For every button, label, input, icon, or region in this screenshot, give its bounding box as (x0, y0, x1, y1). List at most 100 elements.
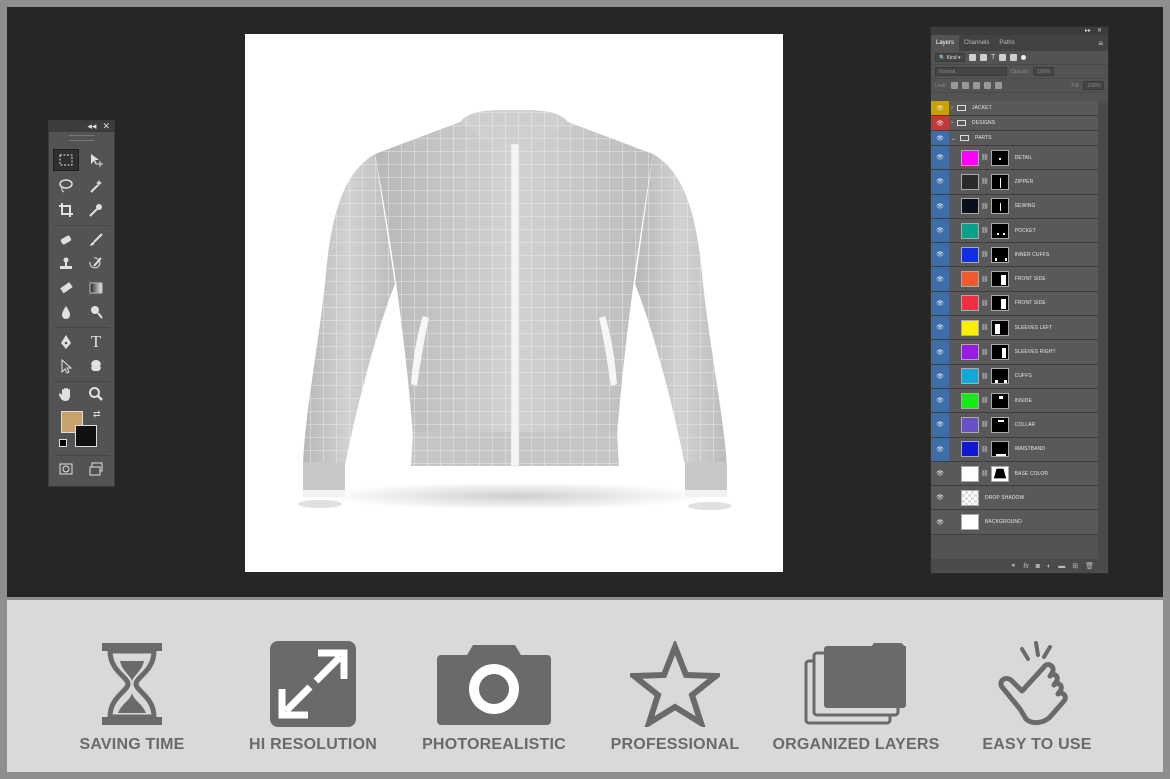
tab-channels[interactable]: Channels (959, 35, 994, 51)
quick-mask-icon[interactable] (53, 458, 79, 480)
brush-tool-icon[interactable] (83, 229, 109, 251)
layer-mask-thumbnail[interactable] (990, 246, 1009, 263)
layer-mask-thumbnail[interactable] (990, 344, 1009, 361)
hand-tool-icon[interactable] (53, 383, 79, 405)
layer-group[interactable]: 👁 ⌄ PARTS (931, 131, 1099, 146)
smart-object-filter-icon[interactable] (1010, 54, 1018, 61)
layer-group[interactable]: 👁 › DESIGNS (931, 116, 1099, 131)
opacity-input[interactable]: 100% (1033, 67, 1055, 76)
crop-tool-icon[interactable] (53, 199, 79, 221)
layer-row[interactable]: 👁 ⛓ SLEEVES LEFT (931, 316, 1099, 341)
close-icon[interactable]: ✕ (102, 121, 110, 132)
layer-mask-thumbnail[interactable] (990, 465, 1009, 482)
eye-icon[interactable]: 👁 (931, 316, 949, 340)
layer-mask-thumbnail[interactable] (990, 149, 1009, 166)
pen-tool-icon[interactable] (53, 331, 79, 353)
close-icon[interactable]: ✕ (1097, 27, 1102, 35)
layer-mask-thumbnail[interactable] (990, 392, 1009, 409)
link-icon[interactable]: ⛓ (981, 324, 989, 331)
dodge-tool-icon[interactable] (83, 301, 109, 323)
link-icon[interactable]: ⛓ (981, 203, 989, 210)
eraser-tool-icon[interactable] (53, 277, 79, 299)
eye-icon[interactable]: 👁 (931, 218, 949, 243)
link-icon[interactable]: ⛓ (981, 300, 989, 307)
link-icon[interactable]: ⛓ (981, 397, 989, 404)
move-tool-icon[interactable] (83, 149, 109, 171)
link-icon[interactable]: ⛓ (981, 178, 989, 185)
layer-mask-thumbnail[interactable] (990, 173, 1009, 190)
layer-group[interactable]: 👁 › JACKET (931, 101, 1099, 116)
eye-icon[interactable]: 👁 (931, 170, 949, 194)
link-icon[interactable]: ⛓ (981, 251, 989, 258)
filter-toggle-icon[interactable] (1021, 55, 1027, 60)
chevron-right-icon[interactable]: › (951, 105, 953, 111)
fill-input[interactable]: 100% (1083, 81, 1104, 90)
eye-icon[interactable]: 👁 (931, 486, 949, 510)
double-chevron-right-icon[interactable]: ▸▸ (1085, 27, 1091, 35)
lock-artboard-icon[interactable] (983, 82, 991, 89)
blend-mode-select[interactable]: Normal (935, 67, 1007, 76)
link-icon[interactable]: ⛓ (981, 446, 989, 453)
type-filter-icon[interactable]: T (991, 54, 995, 61)
healing-brush-icon[interactable] (53, 229, 79, 251)
link-layers-icon[interactable]: ⚭ (1010, 562, 1016, 570)
layer-row[interactable]: 👁 ⛓ FRONT SIDE (931, 267, 1099, 292)
tab-layers[interactable]: Layers (931, 35, 960, 51)
eye-icon[interactable]: 👁 (931, 131, 949, 145)
eye-icon[interactable]: 👁 (931, 388, 949, 413)
layer-mask-thumbnail[interactable] (990, 319, 1009, 336)
type-tool-icon[interactable]: T (83, 331, 109, 353)
new-group-icon[interactable]: ▬ (1058, 563, 1065, 570)
panel-grip[interactable] (69, 135, 94, 141)
eye-icon[interactable]: 👁 (931, 364, 949, 388)
layer-mask-thumbnail[interactable] (990, 198, 1009, 215)
layer-mask-thumbnail[interactable] (990, 222, 1009, 239)
layer-row[interactable]: 👁 ⛓ CUFFS (931, 364, 1099, 389)
filter-kind-select[interactable]: 🔍 Kind ▾ (935, 53, 965, 62)
link-icon[interactable]: ⛓ (981, 421, 989, 428)
layer-row[interactable]: 👁 ⛓ SLEEVES RIGHT (931, 340, 1099, 365)
eyedropper-icon[interactable] (83, 199, 109, 221)
eye-icon[interactable]: 👁 (931, 510, 949, 534)
shape-filter-icon[interactable] (999, 54, 1007, 61)
eye-icon[interactable]: 👁 (931, 146, 949, 170)
chevron-right-icon[interactable]: › (951, 120, 953, 126)
layer-row[interactable]: 👁 BACKGROUND (931, 510, 1099, 535)
blur-tool-icon[interactable] (53, 301, 79, 323)
lock-position-icon[interactable] (972, 82, 980, 89)
layer-mask-thumbnail[interactable] (990, 416, 1009, 433)
layer-mask-thumbnail[interactable] (990, 271, 1009, 288)
history-brush-icon[interactable] (83, 253, 109, 275)
layer-mask-thumbnail[interactable] (990, 441, 1009, 458)
layers-scrollbar[interactable] (1098, 101, 1108, 563)
layer-row[interactable]: 👁 ⛓ POCKET (931, 218, 1099, 244)
screen-mode-icon[interactable] (83, 458, 109, 480)
link-icon[interactable]: ⛓ (981, 227, 989, 234)
eye-icon[interactable]: 👁 (931, 116, 949, 130)
eye-icon[interactable]: 👁 (931, 194, 949, 218)
path-selection-icon[interactable] (53, 355, 79, 377)
layer-row[interactable]: 👁 ⛓ INNER CUFFS (931, 243, 1099, 268)
layer-row[interactable]: 👁 ⛓ DETAIL (931, 146, 1099, 171)
layer-row[interactable]: 👁 ⛓ ZIPPER (931, 170, 1099, 195)
link-icon[interactable]: ⛓ (981, 276, 989, 283)
layer-row[interactable]: 👁 ⛓ INSIDE (931, 388, 1099, 414)
fx-icon[interactable]: fx (1023, 563, 1028, 570)
document-canvas[interactable] (245, 34, 783, 572)
layer-mask-thumbnail[interactable] (990, 368, 1009, 385)
adjustment-filter-icon[interactable] (980, 54, 987, 61)
eye-icon[interactable]: 👁 (931, 413, 949, 437)
new-layer-icon[interactable]: ⊞ (1072, 562, 1078, 570)
panel-menu-icon[interactable]: ≡ (1093, 35, 1108, 51)
zoom-tool-icon[interactable] (83, 383, 109, 405)
add-mask-icon[interactable]: ◙ (1036, 563, 1040, 570)
tab-paths[interactable]: Paths (994, 35, 1019, 51)
layer-mask-thumbnail[interactable] (990, 295, 1009, 312)
link-icon[interactable]: ⛓ (981, 373, 989, 380)
clone-stamp-icon[interactable] (53, 253, 79, 275)
link-icon[interactable]: ⛓ (981, 154, 989, 161)
gradient-tool-icon[interactable] (83, 277, 109, 299)
layer-row[interactable]: 👁 ⛓ WAISTBAND (931, 437, 1099, 462)
eye-icon[interactable]: 👁 (931, 291, 949, 316)
magic-wand-icon[interactable] (83, 175, 109, 197)
